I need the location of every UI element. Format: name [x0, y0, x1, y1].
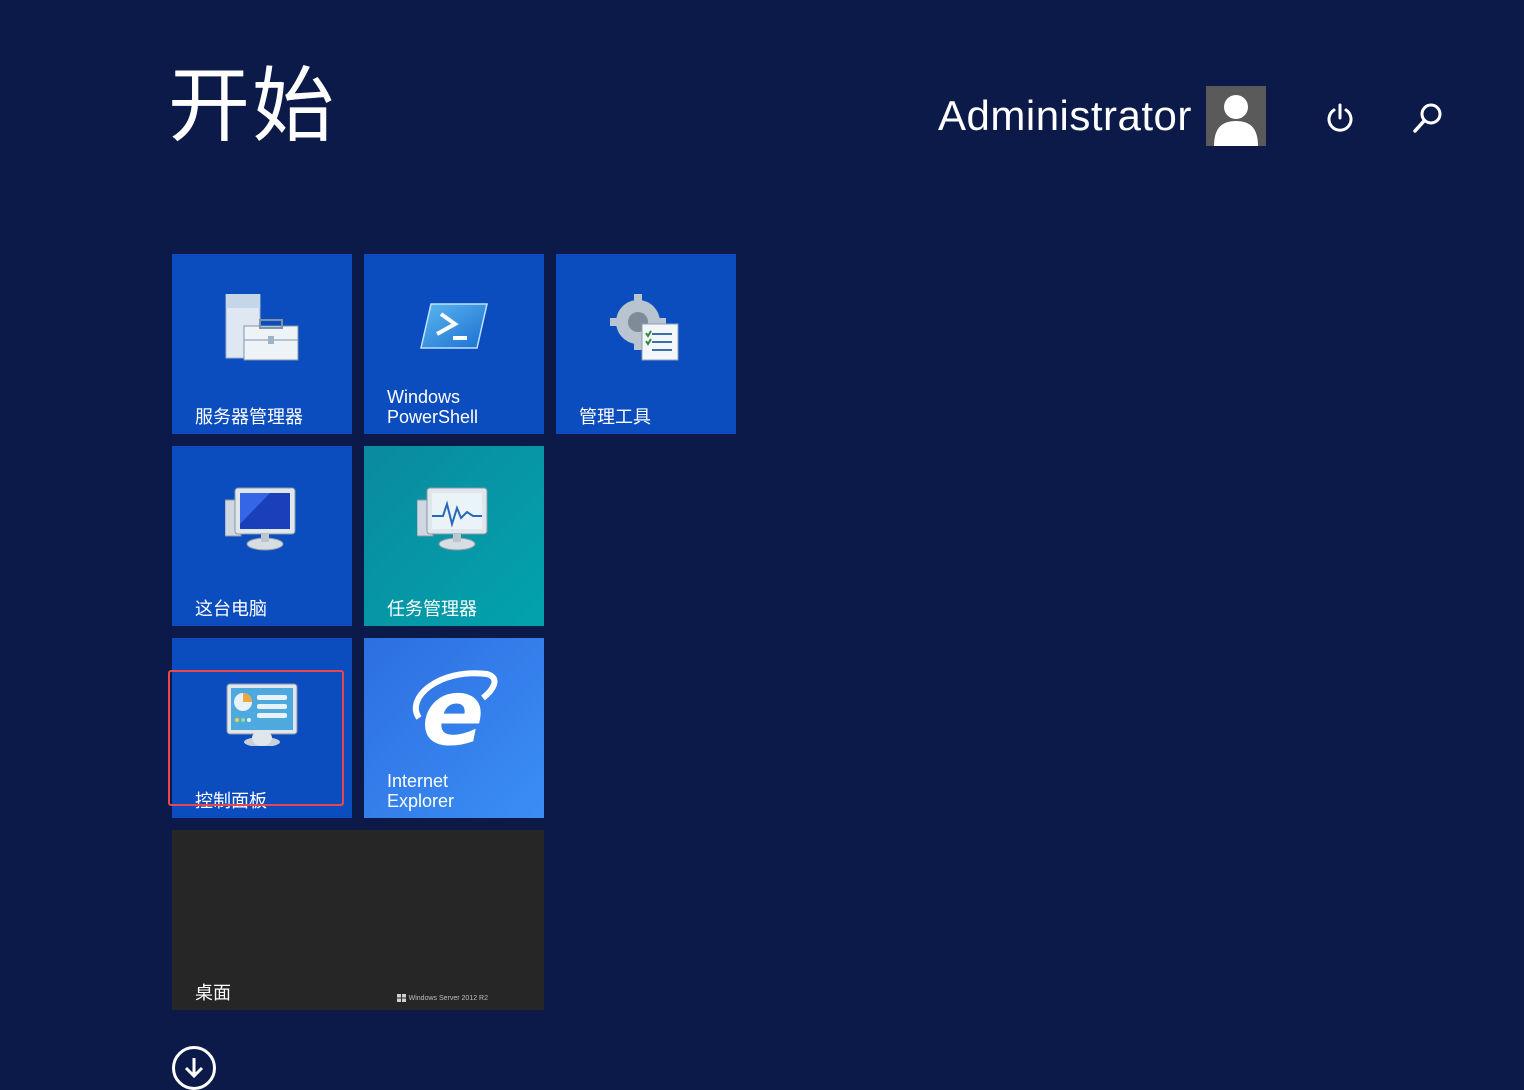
tile-control-panel[interactable]: 控制面板 — [172, 638, 352, 818]
tile-label: Internet Explorer — [387, 771, 455, 811]
tile-label: 控制面板 — [195, 791, 267, 811]
tile-label: 这台电脑 — [195, 599, 267, 619]
start-screen-title: 开始 — [168, 59, 337, 154]
user-name[interactable]: Administrator — [938, 92, 1192, 140]
tile-admin-tools[interactable]: 管理工具 — [556, 254, 736, 434]
computer-icon — [224, 486, 299, 556]
tile-internet-explorer[interactable]: e Internet Explorer — [364, 638, 544, 818]
tile-windows-powershell[interactable]: Windows PowerShell — [364, 254, 544, 434]
tile-label: Windows PowerShell — [387, 387, 479, 427]
server-manager-icon — [224, 293, 300, 368]
tile-label: 任务管理器 — [387, 599, 477, 619]
user-avatar-icon[interactable] — [1205, 86, 1266, 146]
power-icon[interactable] — [1320, 96, 1360, 140]
svg-text:e: e — [422, 668, 484, 754]
search-icon[interactable] — [1408, 96, 1448, 140]
task-manager-icon — [416, 486, 491, 556]
tile-task-manager[interactable]: 任务管理器 — [364, 446, 544, 626]
admin-tools-icon — [610, 292, 682, 368]
powershell-icon — [419, 302, 489, 354]
control-panel-icon — [225, 682, 299, 750]
tile-server-manager[interactable]: 服务器管理器 — [172, 254, 352, 434]
internet-explorer-icon: e — [409, 659, 499, 766]
windows-logo-icon — [396, 994, 406, 1002]
user-account[interactable]: Administrator — [938, 86, 1266, 146]
arrow-down-circle-icon[interactable] — [172, 1046, 216, 1090]
tile-label: 管理工具 — [579, 407, 651, 427]
windows-server-watermark: Windows Server 2012 R2 — [396, 994, 488, 1002]
tile-label: 服务器管理器 — [195, 407, 303, 427]
tile-label: 桌面 — [195, 983, 231, 1003]
tile-this-pc[interactable]: 这台电脑 — [172, 446, 352, 626]
tile-desktop[interactable]: 桌面 Windows Server 2012 R2 — [172, 830, 544, 1010]
